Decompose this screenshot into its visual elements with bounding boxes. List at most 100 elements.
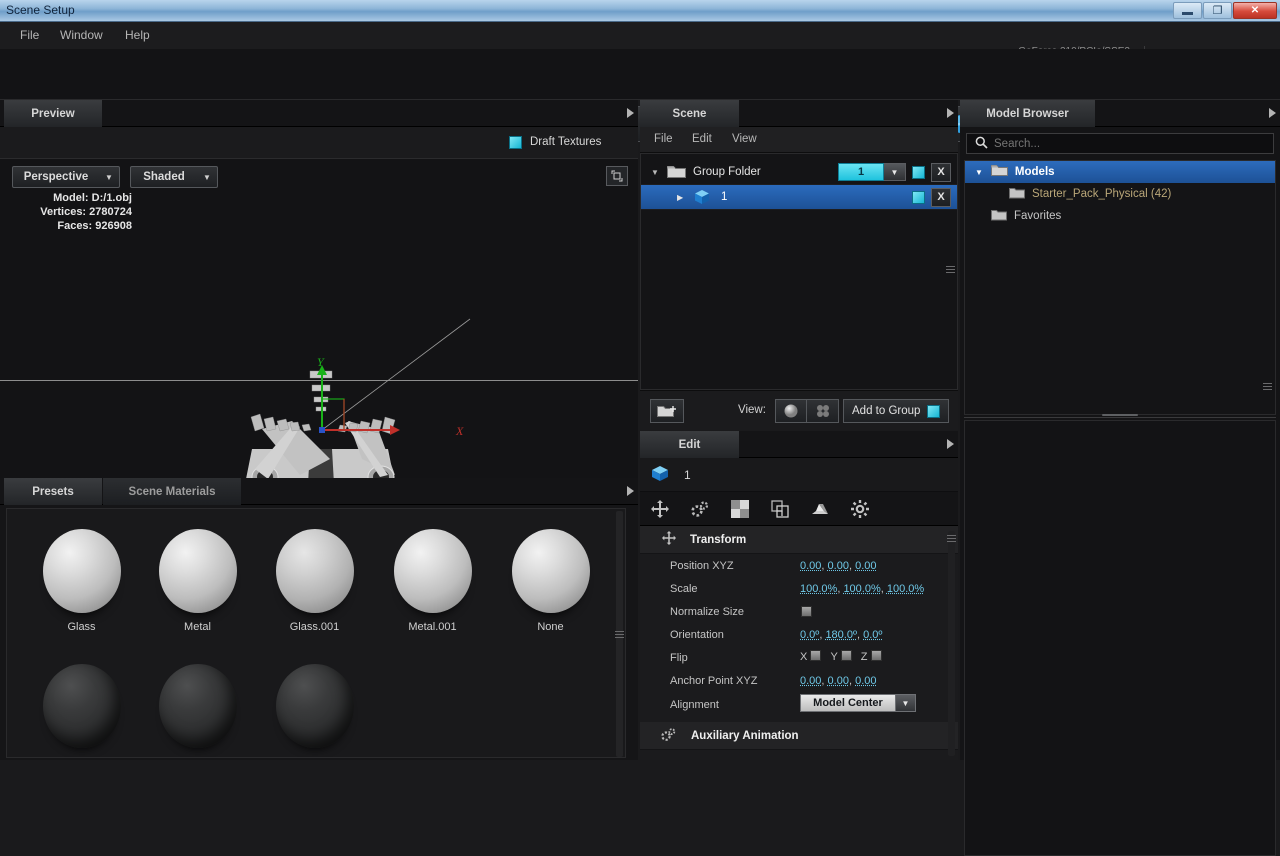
alignment-dropdown[interactable]: Model Center ▼ <box>800 694 916 712</box>
tab-presets[interactable]: Presets <box>4 478 102 505</box>
aux-animation-group-header[interactable]: Auxiliary Animation <box>640 722 958 750</box>
scene-panel: Scene File Edit View ▼ Group Folder 1 ▼ … <box>640 100 958 430</box>
scale-y[interactable]: 100.0% <box>843 583 880 595</box>
normalize-size-checkbox[interactable] <box>801 606 812 617</box>
scale-z[interactable]: 100.0% <box>887 583 924 595</box>
draft-textures-checkbox[interactable] <box>509 136 522 149</box>
group-icon[interactable] <box>760 492 800 526</box>
scene-menu-view[interactable]: View <box>732 133 757 145</box>
tree-item-favorites[interactable]: Favorites <box>965 205 1275 227</box>
tree-item-label: Starter_Pack_Physical (42) <box>1032 188 1172 200</box>
expand-triangle-icon[interactable]: ▼ <box>975 168 983 177</box>
property-label: Orientation <box>670 628 724 641</box>
transform-group-header[interactable]: Transform <box>640 526 958 554</box>
animation-icon[interactable] <box>680 492 720 526</box>
edit-expand-icon[interactable] <box>947 439 954 449</box>
remove-button[interactable]: X <box>931 187 951 207</box>
material-swatch[interactable]: Metal.001 <box>374 529 491 633</box>
remove-button[interactable]: X <box>931 162 951 182</box>
chevron-down-icon: ▼ <box>105 172 113 182</box>
view-grid-button[interactable] <box>807 399 839 423</box>
browser-splitter[interactable] <box>964 417 1276 418</box>
flip-z-label: Z <box>860 651 868 663</box>
orientation-y[interactable]: 180.0º <box>825 629 857 641</box>
preview-expand-icon[interactable] <box>627 108 634 118</box>
flip-y-label: Y <box>830 651 838 663</box>
material-grid[interactable]: Glass Metal Glass.001 Metal.001 None <box>6 508 626 758</box>
flip-y-checkbox[interactable] <box>840 650 852 661</box>
add-to-group-checkbox[interactable] <box>927 404 940 418</box>
main-toolbar: IMPORT ◀ UNDO REDO ▶ ENVIRONMENT EXTRUDE… <box>0 49 1280 142</box>
scene-scroll-grip[interactable] <box>946 266 955 274</box>
scene-tree[interactable]: ▼ Group Folder 1 ▼ X ▶ 1 X <box>640 153 958 390</box>
material-sphere <box>275 664 354 748</box>
table-row[interactable]: ▶ 1 X <box>641 185 957 210</box>
new-folder-button[interactable] <box>650 399 684 423</box>
model-icon[interactable] <box>800 492 840 526</box>
material-label: Metal <box>184 621 211 633</box>
material-swatch[interactable]: None <box>492 529 609 633</box>
fullscreen-icon[interactable] <box>606 166 628 186</box>
material-swatch[interactable]: Glass.001 <box>256 529 373 633</box>
transform-icon[interactable] <box>640 492 680 526</box>
menu-item-window[interactable]: Window <box>60 28 103 42</box>
presets-expand-icon[interactable] <box>627 486 634 496</box>
add-to-group-button[interactable]: Add to Group <box>843 399 949 423</box>
aux-animation-label: Auxiliary Animation <box>691 729 799 742</box>
presets-scrollbar[interactable] <box>615 511 624 757</box>
view-shaded-button[interactable] <box>775 399 807 423</box>
tab-model-browser[interactable]: Model Browser <box>960 100 1095 127</box>
search-input[interactable] <box>994 137 1273 150</box>
menu-item-file[interactable]: File <box>20 28 39 42</box>
expand-triangle-icon[interactable]: ▼ <box>651 168 659 177</box>
browser-expand-icon[interactable] <box>1269 108 1276 118</box>
restore-button[interactable]: ❐ <box>1203 2 1232 19</box>
menu-item-help[interactable]: Help <box>125 28 150 42</box>
minimize-button[interactable] <box>1173 2 1202 19</box>
material-swatch[interactable]: Metal <box>139 529 256 633</box>
anchor-y[interactable]: 0.00 <box>828 675 849 687</box>
scene-menu-edit[interactable]: Edit <box>692 133 712 145</box>
expand-triangle-icon[interactable]: ▶ <box>677 193 683 202</box>
group-number-dropdown[interactable]: 1 ▼ <box>838 163 906 181</box>
tab-edit[interactable]: Edit <box>640 431 739 458</box>
visibility-checkbox[interactable] <box>912 190 925 204</box>
material-icon[interactable] <box>720 492 760 526</box>
settings-icon[interactable] <box>840 492 880 526</box>
tab-scene[interactable]: Scene <box>640 100 739 127</box>
tree-item-models[interactable]: ▼ Models <box>965 161 1275 183</box>
material-swatch[interactable] <box>256 664 373 756</box>
material-swatch[interactable]: Glass <box>23 529 140 633</box>
anchor-x[interactable]: 0.00 <box>800 675 821 687</box>
edit-scrollbar[interactable] <box>947 531 956 756</box>
scrollbar-grip <box>615 631 624 639</box>
close-icon[interactable]: ✕ <box>1233 2 1277 19</box>
browser-thumbnail-area[interactable] <box>964 420 1276 856</box>
menu-bar: File Window Help GeForce 210/PCIe/SSE2 5… <box>0 22 1280 70</box>
tab-preview[interactable]: Preview <box>4 100 102 127</box>
search-field[interactable] <box>966 133 1274 154</box>
shading-dropdown[interactable]: Shaded ▼ <box>130 166 218 188</box>
material-swatch[interactable] <box>23 664 140 756</box>
projection-dropdown[interactable]: Perspective ▼ <box>12 166 120 188</box>
orientation-z[interactable]: 0.0º <box>863 629 882 641</box>
flip-x-checkbox[interactable] <box>810 650 822 661</box>
position-z[interactable]: 0.00 <box>855 560 876 572</box>
table-row[interactable]: ▼ Group Folder 1 ▼ X <box>641 160 957 185</box>
flip-z-checkbox[interactable] <box>870 650 882 661</box>
scene-expand-icon[interactable] <box>947 108 954 118</box>
orientation-x[interactable]: 0.0º <box>800 629 819 641</box>
position-x[interactable]: 0.00 <box>800 560 821 572</box>
tree-item-starter-pack[interactable]: Starter_Pack_Physical (42) <box>965 183 1275 205</box>
position-y[interactable]: 0.00 <box>828 560 849 572</box>
browser-scroll-grip[interactable] <box>1263 383 1272 391</box>
viewport-3d[interactable]: X Y Perspective ▼ Shaded ▼ Model: D:/1.o… <box>0 159 638 532</box>
tab-scene-materials[interactable]: Scene Materials <box>103 478 241 505</box>
anchor-z[interactable]: 0.00 <box>855 675 876 687</box>
scene-menu-file[interactable]: File <box>654 133 673 145</box>
visibility-checkbox[interactable] <box>912 165 925 179</box>
browser-tree[interactable]: ▼ Models Starter_Pack_Physical (42) Favo… <box>964 160 1276 415</box>
scale-x[interactable]: 100.0% <box>800 583 837 595</box>
material-swatch[interactable] <box>139 664 256 756</box>
splitter-handle[interactable] <box>1102 414 1138 416</box>
